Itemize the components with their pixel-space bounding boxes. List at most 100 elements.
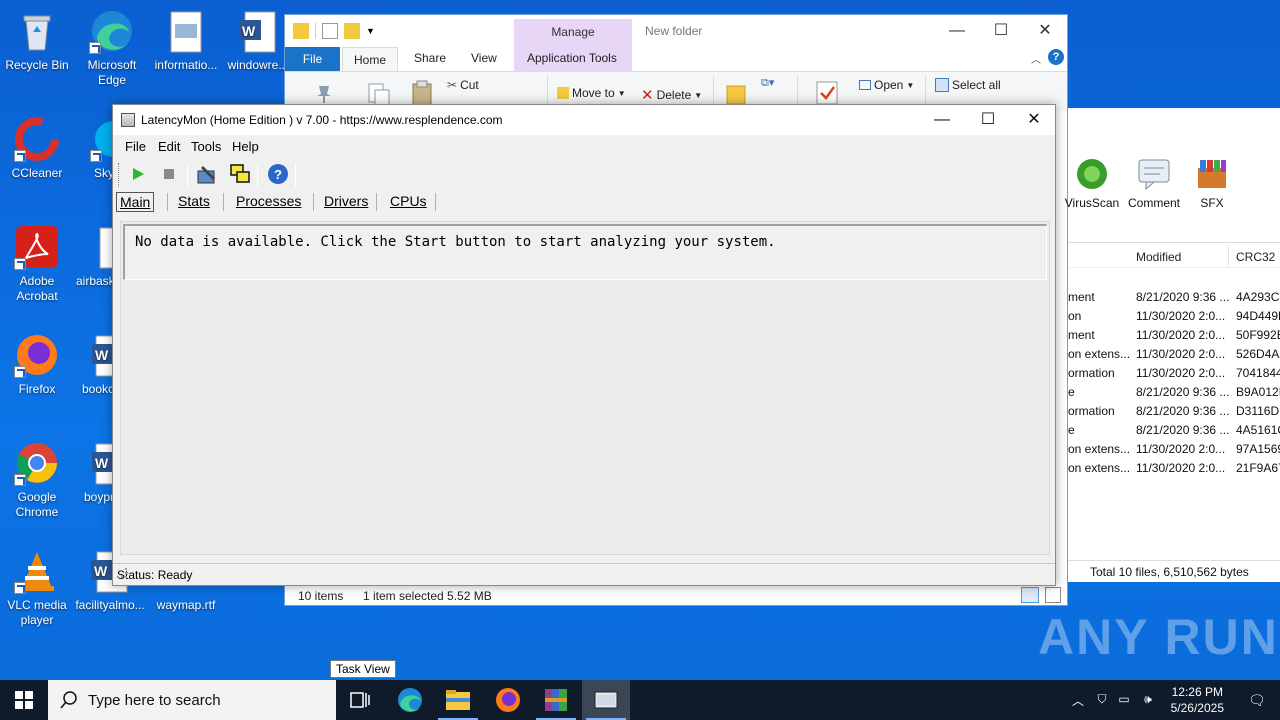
minimize-button[interactable]: — xyxy=(947,21,967,41)
archive-window: VirusScan Comment SFX Modified CRC32 men… xyxy=(1065,108,1280,582)
menu-help[interactable]: Help xyxy=(232,139,259,154)
menu-edit[interactable]: Edit xyxy=(158,139,180,154)
maximize-button[interactable]: ☐ xyxy=(991,21,1011,41)
table-row[interactable]: on extens... 11/30/2020 2:0... 21F9A67 xyxy=(1068,459,1280,478)
select-all-icon xyxy=(935,78,949,92)
image-file-icon xyxy=(94,224,114,270)
windows-button[interactable] xyxy=(229,163,251,185)
sfx-button[interactable]: SFX xyxy=(1182,156,1242,210)
tab-drivers[interactable]: Drivers xyxy=(321,192,371,210)
network-icon[interactable]: ▭ xyxy=(1116,692,1132,708)
manage-tab-label[interactable]: Manage xyxy=(514,25,632,39)
desktop-icon-boypr[interactable]: W boypr xyxy=(76,440,114,505)
select-all-button[interactable]: Select all xyxy=(935,78,1001,92)
maximize-button[interactable]: ☐ xyxy=(973,109,1003,131)
large-icons-view-icon[interactable] xyxy=(1045,587,1061,603)
properties-check-icon[interactable] xyxy=(815,80,839,106)
desktop-icon-information[interactable]: informatio... xyxy=(150,8,222,73)
table-row[interactable]: ormation 11/30/2020 2:0... 7041844 xyxy=(1068,364,1280,383)
tab-view[interactable]: View xyxy=(471,51,497,65)
taskbar-file-explorer[interactable] xyxy=(434,680,482,720)
desktop-icon-label: informatio... xyxy=(154,58,218,72)
open-button[interactable]: Open ▼ xyxy=(859,78,914,92)
collapse-ribbon-icon[interactable]: ︿ xyxy=(1031,51,1041,66)
desktop-icon-acrobat[interactable]: Adobe Acrobat xyxy=(1,224,73,304)
task-view-button[interactable] xyxy=(336,680,384,720)
column-modified[interactable]: Modified xyxy=(1136,250,1181,264)
tab-stats[interactable]: Stats xyxy=(175,192,213,210)
volume-icon[interactable]: 🕪 xyxy=(1140,692,1156,708)
cell-crc32: D3116DF xyxy=(1236,404,1280,418)
taskbar-search[interactable]: Type here to search xyxy=(48,680,336,720)
column-crc32[interactable]: CRC32 xyxy=(1236,250,1275,264)
pin-icon[interactable] xyxy=(315,84,333,104)
tab-bar: Main Stats Processes Drivers CPUs xyxy=(113,189,1055,213)
options-button[interactable] xyxy=(196,163,218,185)
resize-grip[interactable] xyxy=(117,568,127,578)
desktop-icon-edge[interactable]: Microsoft Edge xyxy=(76,8,148,88)
table-row[interactable]: ment 8/21/2020 9:36 ... 4A293C3 xyxy=(1068,288,1280,307)
tab-main[interactable]: Main xyxy=(116,192,155,212)
stop-button[interactable] xyxy=(158,163,180,185)
details-view-icon[interactable] xyxy=(1021,587,1039,603)
play-icon xyxy=(133,168,144,180)
folder-icon[interactable] xyxy=(293,23,309,39)
explorer-title: New folder xyxy=(645,24,703,38)
properties-icon[interactable] xyxy=(322,23,338,39)
minimize-button[interactable]: — xyxy=(927,109,957,131)
table-row[interactable]: e 8/21/2020 9:36 ... 4A5161C xyxy=(1068,421,1280,440)
security-icon[interactable]: ⛉ xyxy=(1094,692,1110,708)
desktop-icon-vlc[interactable]: VLC media player xyxy=(1,548,73,628)
qat-dropdown-icon[interactable]: ▼ xyxy=(366,26,375,36)
taskbar-edge[interactable] xyxy=(386,680,434,720)
comment-button[interactable]: Comment xyxy=(1124,156,1184,210)
table-row[interactable]: on extens... 11/30/2020 2:0... 526D4A7 xyxy=(1068,345,1280,364)
help-icon: ? xyxy=(268,164,288,184)
cell-modified: 11/30/2020 2:0... xyxy=(1136,328,1226,342)
desktop-icon-firefox[interactable]: Firefox xyxy=(1,332,73,397)
tab-cpus[interactable]: CPUs xyxy=(387,192,430,210)
new-folder-large-icon[interactable] xyxy=(725,80,747,106)
cut-button[interactable]: ✂ Cut xyxy=(447,78,479,92)
anyrun-watermark: ANY RUN xyxy=(1038,609,1279,665)
table-row[interactable]: ment 11/30/2020 2:0... 50F992B xyxy=(1068,326,1280,345)
system-tray: ︿ ⛉ ▭ 🕪 12:26 PM 5/26/2025 🗨 xyxy=(1060,680,1280,720)
menu-file[interactable]: File xyxy=(125,139,146,154)
taskbar-winrar[interactable] xyxy=(532,680,580,720)
new-folder-icon[interactable] xyxy=(344,23,360,39)
desktop-icon-ccleaner[interactable]: CCleaner xyxy=(1,116,73,181)
table-row[interactable]: on 11/30/2020 2:0... 94D449F xyxy=(1068,307,1280,326)
tab-home[interactable]: Home xyxy=(342,47,398,73)
help-button[interactable]: ? xyxy=(267,163,289,185)
help-icon[interactable]: ? xyxy=(1048,49,1064,65)
table-row[interactable]: on extens... 11/30/2020 2:0... 97A1569 xyxy=(1068,440,1280,459)
tab-application-tools[interactable]: Application Tools xyxy=(527,51,617,65)
firefox-icon xyxy=(496,688,520,712)
notifications-icon[interactable]: 🗨 xyxy=(1248,692,1266,708)
table-row[interactable]: ormation 8/21/2020 9:36 ... D3116DF xyxy=(1068,402,1280,421)
delete-button[interactable]: ✕ Delete ▼ xyxy=(641,86,702,104)
menu-tools[interactable]: Tools xyxy=(191,139,221,154)
cell-crc32: 4A5161C xyxy=(1236,423,1280,437)
tab-processes[interactable]: Processes xyxy=(233,192,304,210)
desktop-icon-chrome[interactable]: Google Chrome xyxy=(1,440,73,520)
table-row[interactable]: e 8/21/2020 9:36 ... B9A012E xyxy=(1068,383,1280,402)
tab-share[interactable]: Share xyxy=(414,51,446,65)
clock[interactable]: 12:26 PM 5/26/2025 xyxy=(1171,684,1224,716)
desktop-icon-bookc[interactable]: W bookc xyxy=(76,332,114,397)
taskbar-latencymon[interactable] xyxy=(582,680,630,720)
close-button[interactable]: ✕ xyxy=(1019,109,1049,131)
desktop-icon-recycle-bin[interactable]: Recycle Bin xyxy=(1,8,73,73)
close-button[interactable]: ✕ xyxy=(1035,21,1055,41)
chevron-up-icon[interactable]: ︿ xyxy=(1070,692,1086,708)
start-button[interactable] xyxy=(127,163,149,185)
chrome-icon xyxy=(14,440,60,486)
virusscan-button[interactable]: VirusScan xyxy=(1062,156,1122,210)
desktop-icon-skype[interactable]: Sky xyxy=(76,116,114,181)
start-button[interactable] xyxy=(0,680,48,720)
tab-file[interactable]: File xyxy=(285,47,340,71)
new-item-icon[interactable]: ⧉▾ xyxy=(761,76,774,90)
move-to-button[interactable]: Move to ▼ xyxy=(557,86,626,100)
desktop-icon-airbask[interactable]: airbask xyxy=(76,224,114,289)
taskbar-firefox[interactable] xyxy=(484,680,532,720)
